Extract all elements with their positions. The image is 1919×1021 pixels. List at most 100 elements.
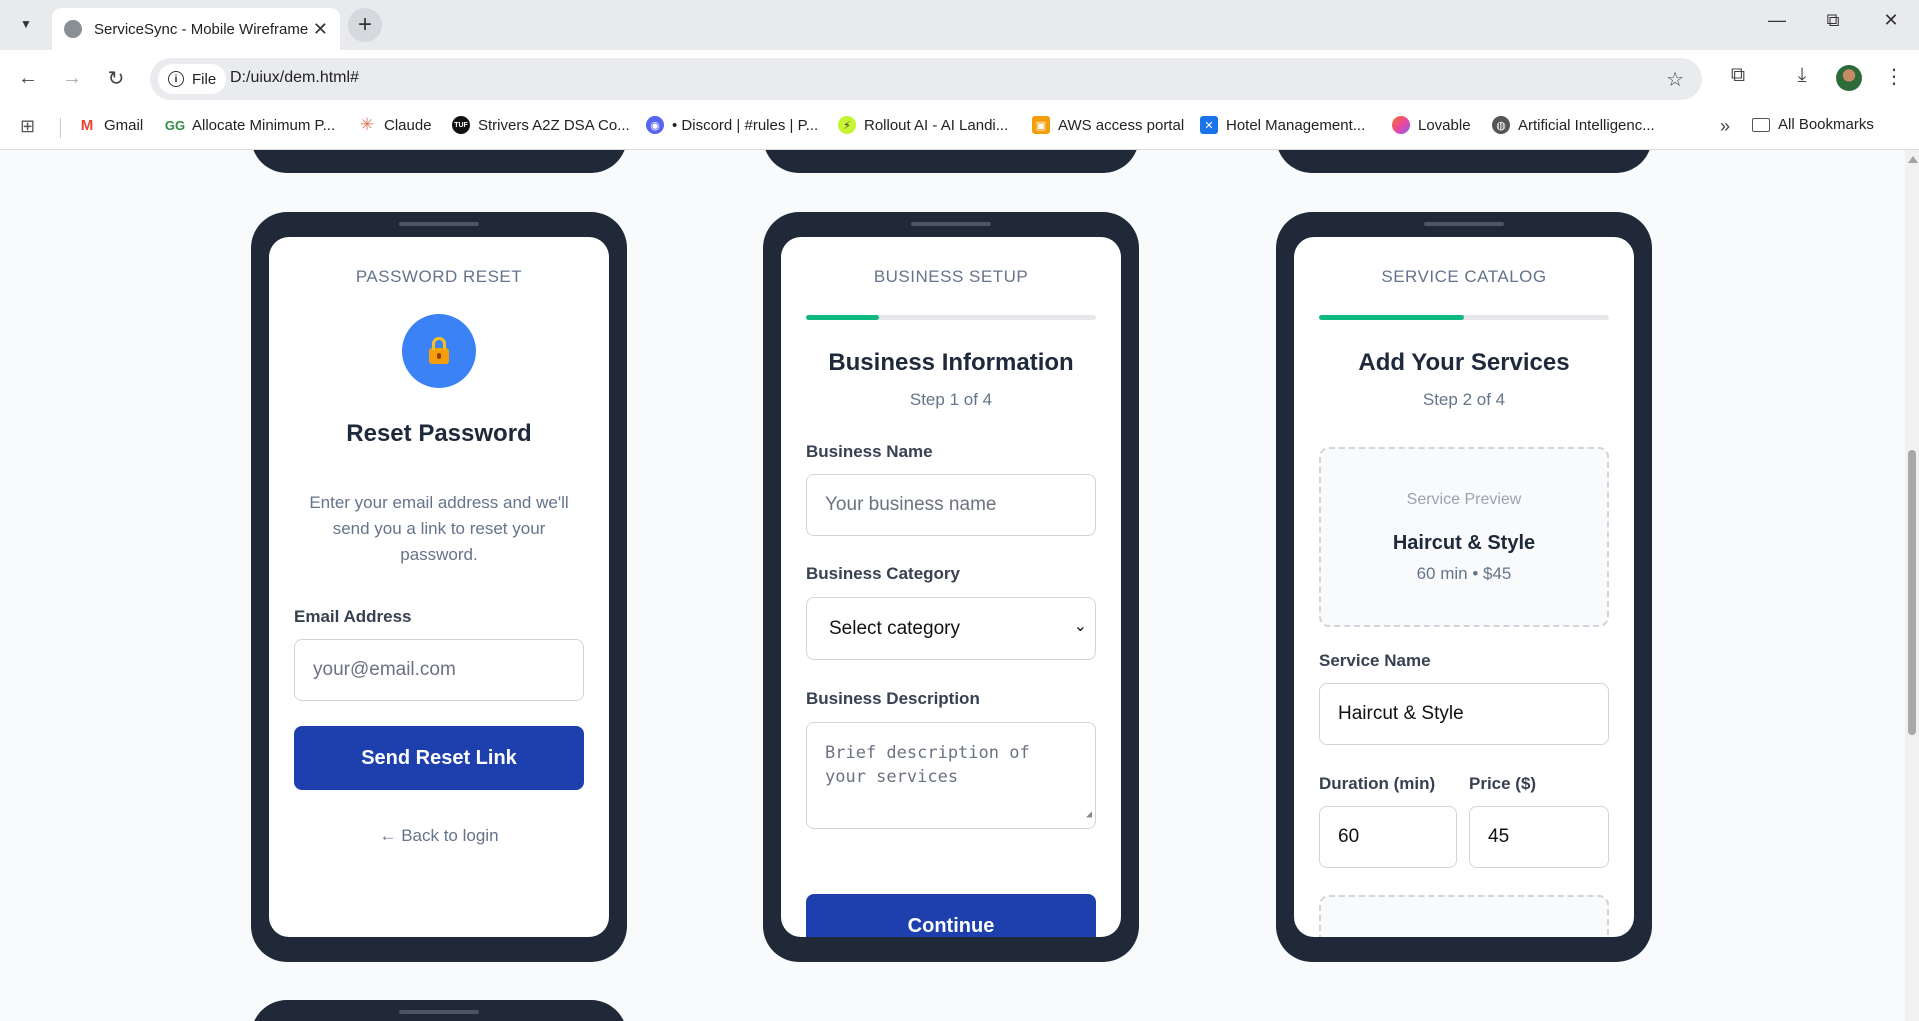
phone-screen: SERVICE CATALOG Add Your Services Step 2… [1294, 237, 1634, 937]
url-text[interactable]: D:/uiux/dem.html# [230, 69, 359, 87]
tab-search-chevron-icon[interactable]: ▼ [14, 12, 38, 36]
lovable-heart-icon [1392, 116, 1410, 134]
bookmark-item[interactable]: ◍ Artificial Intelligenc... [1492, 116, 1655, 134]
more-bookmarks-icon[interactable]: » [1720, 116, 1730, 137]
phone-notch [1424, 222, 1504, 226]
service-name-input[interactable]: Haircut & Style [1319, 683, 1609, 745]
screen-header: PASSWORD RESET [355, 267, 523, 286]
globe-icon [64, 20, 82, 38]
profile-avatar[interactable] [1836, 65, 1862, 91]
service-name-value: Haircut & Style [1338, 703, 1464, 724]
gfg-icon: GG [164, 116, 186, 134]
bookmark-item[interactable]: ✳ Claude [358, 115, 432, 134]
extensions-icon[interactable]: ⧉ [1724, 64, 1752, 87]
duration-input[interactable]: 60 [1319, 806, 1457, 868]
screen-header: SERVICE CATALOG [1381, 267, 1547, 286]
continue-button[interactable]: Continue [806, 894, 1096, 937]
bookmark-item[interactable]: Lovable [1392, 116, 1471, 134]
reset-description: Enter your email address and we'll send … [309, 493, 569, 564]
folder-icon [1752, 117, 1770, 132]
scroll-thumb[interactable] [1908, 450, 1916, 735]
restore-icon[interactable]: ⧉ [1818, 10, 1848, 31]
page-scrollbar[interactable] [1905, 150, 1919, 1021]
discord-icon: ◉ [646, 116, 664, 134]
all-bookmarks[interactable]: All Bookmarks [1752, 116, 1874, 133]
price-value: 45 [1488, 826, 1510, 847]
reload-icon[interactable]: ↻ [102, 64, 130, 92]
phone-frame-partial [1276, 150, 1652, 173]
bookmark-item[interactable]: ▣ AWS access portal [1032, 116, 1184, 134]
business-name-placeholder: Your business name [825, 494, 997, 515]
apps-grid-icon[interactable]: ⊞ [20, 116, 35, 137]
business-description-textarea[interactable]: Brief description of your services ◢ [806, 722, 1096, 829]
gmail-icon: M [78, 116, 96, 134]
screen-title: Add Your Services [1358, 349, 1570, 376]
globe-icon: ◍ [1492, 116, 1510, 134]
phone-screen: PASSWORD RESET Reset Password Enter your… [269, 237, 609, 937]
email-label: Email Address [294, 607, 412, 626]
price-input[interactable]: 45 [1469, 806, 1609, 868]
bookmark-item[interactable]: ⚡ Rollout AI - AI Landi... [838, 116, 1008, 134]
forward-icon[interactable]: → [58, 64, 86, 92]
progress-fill [806, 315, 879, 320]
close-tab-icon[interactable]: ✕ [313, 19, 328, 40]
business-description-label: Business Description [806, 689, 980, 708]
screen-title: Reset Password [346, 420, 532, 447]
step-indicator: Step 2 of 4 [1422, 390, 1506, 409]
bookmark-item[interactable]: ◉ • Discord | #rules | P... [646, 116, 818, 134]
resize-handle-icon[interactable]: ◢ [1086, 803, 1092, 827]
progress-bar [1319, 315, 1609, 320]
bookmarks-separator [60, 118, 61, 138]
browser-toolbar: ← → ↻ i File D:/uiux/dem.html# ☆ ⧉ ⤓ ⋮ [0, 50, 1919, 106]
business-category-select[interactable]: Select category ⌄ [806, 597, 1096, 660]
page-viewport: PASSWORD RESET Reset Password Enter your… [0, 150, 1905, 1021]
close-window-icon[interactable]: ✕ [1876, 10, 1906, 31]
rollout-icon: ⚡ [838, 116, 856, 134]
active-tab[interactable]: ServiceSync - Mobile Wireframe ✕ [52, 8, 340, 50]
back-icon[interactable]: ← [14, 64, 42, 92]
lock-icon [402, 314, 476, 388]
category-selected-value: Select category [829, 617, 960, 639]
bookmark-item[interactable]: M Gmail [78, 116, 143, 134]
email-field[interactable]: your@email.com [294, 639, 584, 701]
preview-service-name: Haircut & Style [1392, 532, 1536, 554]
minimize-icon[interactable]: — [1762, 10, 1792, 31]
tuf-icon: TUF [452, 116, 470, 134]
tab-title: ServiceSync - Mobile Wireframe [94, 20, 309, 38]
phone-business-setup: BUSINESS SETUP Business Information Step… [763, 212, 1139, 962]
tab-strip: ▼ ServiceSync - Mobile Wireframe ✕ + — ⧉… [0, 0, 1919, 50]
aws-cube-icon: ▣ [1032, 116, 1050, 134]
progress-fill [1319, 315, 1464, 320]
description-placeholder: Brief description of your services [825, 743, 1030, 787]
add-service-card-partial[interactable] [1319, 895, 1609, 937]
phone-screen: BUSINESS SETUP Business Information Step… [781, 237, 1121, 937]
download-icon[interactable]: ⤓ [1788, 64, 1816, 87]
site-chip-label: File [192, 70, 217, 88]
bookmark-item[interactable]: TUF Strivers A2Z DSA Co... [452, 116, 630, 134]
screen-header: BUSINESS SETUP [873, 267, 1029, 286]
bookmark-star-icon[interactable]: ☆ [1666, 67, 1684, 92]
progress-bar [806, 315, 1096, 320]
site-info-chip[interactable]: i File [158, 64, 227, 94]
bookmark-item[interactable]: ✕ Hotel Management... [1200, 116, 1365, 134]
duration-label: Duration (min) [1319, 774, 1436, 793]
scroll-up-arrow-icon[interactable] [1908, 156, 1918, 163]
bookmarks-bar: ⊞ M Gmail GG Allocate Minimum P... ✳ Claude… [0, 106, 1919, 150]
menu-kebab-icon[interactable]: ⋮ [1880, 64, 1908, 89]
phone-frame-partial [763, 150, 1139, 173]
screen-title: Business Information [828, 349, 1074, 376]
new-tab-button[interactable]: + [348, 8, 382, 42]
claude-icon: ✳ [358, 115, 376, 134]
send-reset-link-button[interactable]: Send Reset Link [294, 726, 584, 790]
business-name-label: Business Name [806, 442, 933, 461]
address-bar[interactable]: i File D:/uiux/dem.html# ☆ [150, 58, 1702, 100]
phone-service-catalog: SERVICE CATALOG Add Your Services Step 2… [1276, 212, 1652, 962]
business-name-input[interactable]: Your business name [806, 474, 1096, 536]
back-to-login-link[interactable]: ← Back to login [269, 826, 609, 846]
bookmark-item[interactable]: GG Allocate Minimum P... [164, 116, 335, 134]
service-preview-card: Service Preview Haircut & Style 60 min •… [1319, 447, 1609, 627]
business-category-label: Business Category [806, 564, 960, 583]
price-label: Price ($) [1469, 774, 1537, 793]
phone-password-reset: PASSWORD RESET Reset Password Enter your… [251, 212, 627, 962]
info-icon: i [168, 71, 184, 87]
